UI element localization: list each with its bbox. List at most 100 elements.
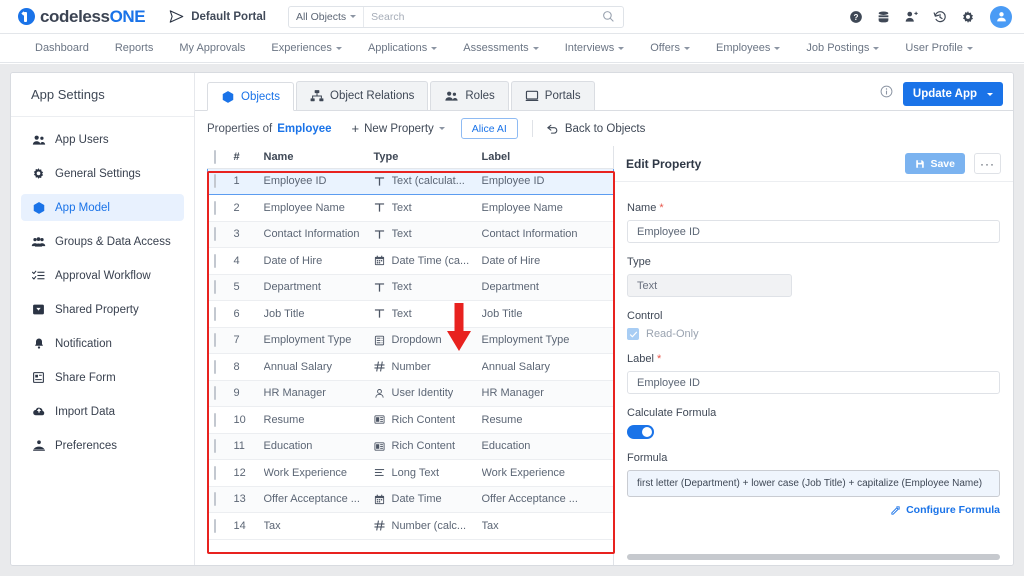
- row-checkbox[interactable]: [213, 227, 216, 242]
- tab-objects[interactable]: Objects: [207, 82, 294, 111]
- nav-item-dashboard[interactable]: Dashboard: [22, 34, 102, 62]
- table-row[interactable]: 13 Offer Acceptance ... Date Time Offer Acc…: [207, 486, 614, 513]
- nav-item-offers[interactable]: Offers: [637, 34, 703, 62]
- object-name-link[interactable]: Employee: [277, 123, 331, 135]
- sidebar-item-app-model[interactable]: App Model: [21, 194, 184, 221]
- table-row[interactable]: 14 Tax Number (calc... Tax: [207, 512, 614, 540]
- portal-selector[interactable]: Default Portal: [169, 9, 266, 24]
- row-label-text: Contact Information: [481, 228, 578, 241]
- col-header-num[interactable]: #: [233, 146, 264, 169]
- avatar[interactable]: [990, 5, 1012, 28]
- row-checkbox[interactable]: [213, 492, 216, 507]
- sidebar-item-general-settings[interactable]: General Settings: [21, 160, 184, 187]
- history-icon[interactable]: [932, 9, 947, 24]
- sidebar-item-groups-data-access[interactable]: Groups & Data Access: [21, 228, 184, 255]
- required-marker: *: [656, 353, 662, 365]
- database-icon[interactable]: [876, 9, 891, 24]
- configure-formula-link[interactable]: Configure Formula: [627, 504, 1000, 516]
- row-label-text: Annual Salary: [481, 360, 551, 373]
- table-row[interactable]: 6 Job Title Text Job Title: [207, 300, 614, 328]
- readonly-control[interactable]: Read-Only: [627, 328, 1000, 340]
- nav-item-assessments[interactable]: Assessments: [450, 34, 551, 62]
- tab-roles[interactable]: Roles: [430, 81, 509, 110]
- row-type: Dropdown: [373, 327, 482, 354]
- table-row[interactable]: 12 Work Experience Long Text Work Experienc…: [207, 459, 614, 487]
- nav-item-employees[interactable]: Employees: [703, 34, 793, 62]
- back-to-objects-button[interactable]: Back to Objects: [546, 122, 645, 135]
- sidebar-item-share-form[interactable]: Share Form: [21, 364, 184, 391]
- row-label-text: HR Manager: [481, 387, 544, 400]
- info-icon[interactable]: [880, 85, 893, 103]
- row-checkbox-cell: [207, 247, 234, 275]
- row-checkbox[interactable]: [213, 465, 216, 480]
- table-row[interactable]: 9 HR Manager User Identity HR Manager: [207, 380, 614, 407]
- nav-item-user-profile[interactable]: User Profile: [892, 34, 985, 62]
- name-input[interactable]: Employee ID: [627, 220, 1000, 243]
- nav-item-interviews[interactable]: Interviews: [552, 34, 638, 62]
- help-icon[interactable]: ?: [848, 9, 863, 24]
- new-property-button[interactable]: + New Property: [352, 122, 445, 135]
- search-button[interactable]: [602, 10, 623, 23]
- sidebar-item-shared-property[interactable]: Shared Property: [21, 296, 184, 323]
- row-checkbox[interactable]: [213, 333, 216, 348]
- row-type: Date Time: [373, 486, 482, 513]
- row-checkbox[interactable]: [213, 439, 216, 454]
- table-row[interactable]: 3 Contact Information Text Contact Informat…: [207, 221, 614, 248]
- row-checkbox[interactable]: [213, 518, 216, 533]
- table-row[interactable]: 1 Employee ID Text (calculat... Employee ID: [207, 167, 614, 195]
- nav-item-reports[interactable]: Reports: [102, 34, 167, 62]
- row-checkbox[interactable]: [213, 359, 216, 374]
- table-row[interactable]: 2 Employee Name Text Employee Name: [207, 194, 614, 222]
- logo[interactable]: codelessONE: [18, 7, 146, 27]
- table-row[interactable]: 7 Employment Type Dropdown Employment Type: [207, 327, 614, 354]
- search-scope-select[interactable]: All Objects: [289, 6, 365, 27]
- row-type: Rich Content: [373, 406, 482, 434]
- alice-ai-label: Alice AI: [471, 122, 507, 135]
- search-input[interactable]: [364, 10, 602, 23]
- table-row[interactable]: 5 Department Text Department: [207, 274, 614, 301]
- add-user-icon[interactable]: [904, 9, 919, 24]
- nav-item-my-approvals[interactable]: My Approvals: [166, 34, 258, 62]
- sidebar-item-preferences[interactable]: Preferences: [21, 432, 184, 459]
- nav-item-applications[interactable]: Applications: [355, 34, 450, 62]
- formula-group: Formula first letter (Department) + lowe…: [627, 452, 1000, 516]
- sidebar-item-app-users[interactable]: App Users: [21, 126, 184, 153]
- alice-ai-button[interactable]: Alice AI: [460, 118, 518, 139]
- nav-item-job-postings[interactable]: Job Postings: [793, 34, 892, 62]
- formula-value-box[interactable]: first letter (Department) + lower case (…: [627, 470, 1000, 497]
- more-options-button[interactable]: ···: [974, 153, 1001, 174]
- row-checkbox[interactable]: [213, 253, 216, 268]
- row-checkbox[interactable]: [213, 412, 216, 427]
- bell-icon: [31, 337, 46, 350]
- update-app-button[interactable]: Update App: [902, 82, 1003, 106]
- row-checkbox[interactable]: [214, 174, 216, 189]
- row-checkbox[interactable]: [213, 280, 216, 295]
- readonly-checkbox[interactable]: [627, 328, 639, 340]
- panel-horizontal-scrollbar[interactable]: [614, 553, 1013, 565]
- row-checkbox[interactable]: [213, 306, 216, 321]
- col-header-type[interactable]: Type: [373, 146, 482, 169]
- label-input[interactable]: Employee ID: [627, 371, 1000, 394]
- save-button[interactable]: Save: [905, 153, 965, 174]
- table-row[interactable]: 11 Education Rich Content Education: [207, 433, 614, 460]
- gear-icon[interactable]: [960, 9, 975, 24]
- nav-item-experiences[interactable]: Experiences: [258, 34, 355, 62]
- row-flag-cell: [589, 512, 614, 540]
- table-row[interactable]: 10 Resume Rich Content Resume: [207, 406, 614, 434]
- sidebar-item-approval-workflow[interactable]: Approval Workflow: [21, 262, 184, 289]
- table-row[interactable]: 4 Date of Hire Date Time (ca... Date of Hir…: [207, 247, 614, 275]
- tab-portals[interactable]: Portals: [510, 81, 595, 110]
- tab-object-relations[interactable]: Object Relations: [296, 81, 429, 110]
- scrollbar-thumb[interactable]: [627, 554, 1000, 560]
- nav-item-label: Applications: [367, 42, 428, 54]
- users-icon: [31, 133, 46, 147]
- row-checkbox[interactable]: [213, 386, 216, 401]
- table-row[interactable]: 8 Annual Salary Number Annual Salary: [207, 353, 614, 381]
- calculate-formula-toggle[interactable]: [627, 425, 654, 439]
- sidebar-item-import-data[interactable]: Import Data: [21, 398, 184, 425]
- col-header-name[interactable]: Name: [263, 146, 374, 169]
- col-header-label[interactable]: Label: [481, 146, 590, 169]
- select-all-checkbox[interactable]: [213, 149, 216, 164]
- row-checkbox[interactable]: [213, 200, 216, 215]
- sidebar-item-notification[interactable]: Notification: [21, 330, 184, 357]
